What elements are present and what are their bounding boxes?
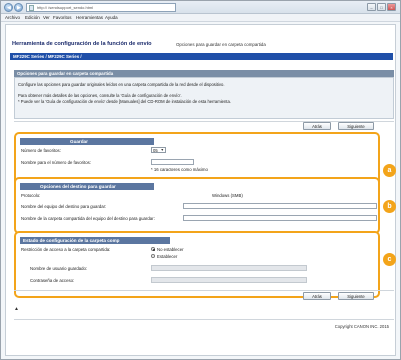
computer-name-label: Nombre del equipo del destino para guard… [21,204,107,209]
menu-ver[interactable]: Ver [43,15,50,20]
divider [14,121,394,122]
menu-favoritos[interactable]: Favoritos [53,15,72,20]
protocol-value: Windows (SMB) [212,193,243,198]
chevron-down-icon: ▼ [160,148,164,152]
intro-heading-bar: Opciones para guardar en carpeta compart… [14,70,394,77]
forward-nav-button[interactable]: ▶ [14,3,23,12]
callout-b: b [383,200,396,213]
username-input[interactable] [151,265,307,271]
back-button-bottom[interactable]: Atrás [303,292,331,300]
destination-heading-bar: Opciones del destino para guardar [20,183,154,190]
menu-herramientas[interactable]: Herramientas [76,15,103,20]
menu-ayuda[interactable]: Ayuda [105,15,118,20]
menu-edicion[interactable]: Edición [25,15,40,20]
username-label: Nombre de usuario guardado: [30,266,88,271]
protocol-label: Protocolo: [21,193,41,198]
destination-group-frame: Opciones del destino para guardar Protoc… [14,177,380,234]
destination-heading: Opciones del destino para guardar [40,184,116,189]
callout-c: c [383,253,396,266]
divider-footer [14,319,394,320]
radio-no-establecer-label: No establecer [157,247,184,252]
divider-bottom [14,290,394,291]
radio-establecer[interactable] [151,254,155,258]
favorite-name-hint: * 16 caracteres como máximo [151,167,208,172]
intro-line-3: * Puede ver la 'Guía de configuración de… [18,99,231,104]
page-subtitle: Opciones para guardar en carpeta compart… [176,42,266,47]
favorite-name-label: Nombre para el número de favoritos: [21,160,91,165]
shared-folder-label: Nombre de la carpeta compartida del equi… [21,216,155,221]
next-button-bottom[interactable]: Siguiente [338,292,374,300]
forward-arrow-icon: ▶ [17,5,21,11]
back-to-top-icon[interactable]: ▲ [14,306,19,312]
breadcrumb-bar: MF229C Series / MF229C Series / [10,53,393,60]
maximize-button[interactable]: □ [377,3,386,11]
intro-box: Configure las opciones para guardar orig… [14,77,394,119]
breadcrumb: MF229C Series / MF229C Series / [13,54,82,59]
save-heading: Guardar [70,139,88,144]
password-label: Contraseña de acceso: [30,278,75,283]
restriction-label: Restricción de acceso a la carpeta compa… [21,247,111,252]
menu-bar: Archivo Edición Ver Favoritos Herramient… [1,14,400,22]
favorite-number-select[interactable]: 05 ▼ [151,147,166,153]
minimize-button[interactable]: – [367,3,376,11]
password-input[interactable] [151,277,307,283]
radio-establecer-label: Establecer [157,254,178,259]
page-content: Herramienta de configuración de la funci… [5,24,396,356]
browser-window: ◀ ▶ http:// /sendsupport_sendo.html – □ … [0,0,401,360]
callout-a: a [383,164,396,177]
copyright: Copyright CANON INC. 2015 [334,324,389,329]
save-heading-bar: Guardar [20,138,154,145]
close-window-button[interactable]: × [387,3,396,11]
radio-no-establecer[interactable] [151,247,155,251]
intro-line-1: Configure las opciones para guardar orig… [18,82,225,87]
address-bar[interactable]: http:// /sendsupport_sendo.html [26,3,176,12]
page-icon [29,5,34,11]
back-arrow-icon: ◀ [7,5,11,11]
address-url: http:// /sendsupport_sendo.html [37,5,94,10]
folder-status-group-frame: Estado de configuración de la carpeta co… [14,231,380,298]
favorite-name-input[interactable] [151,159,194,165]
folder-status-heading-bar: Estado de configuración de la carpeta co… [20,237,170,244]
page-title: Herramienta de configuración de la funci… [12,41,152,47]
back-nav-button[interactable]: ◀ [4,3,13,12]
shared-folder-input[interactable] [183,215,377,221]
folder-status-heading: Estado de configuración de la carpeta co… [23,238,120,243]
back-button-top[interactable]: Atrás [303,122,331,130]
browser-toolbar: ◀ ▶ http:// /sendsupport_sendo.html – □ … [1,1,400,14]
intro-line-2: Para obtener más detalles de las opcione… [18,93,182,98]
next-button-top[interactable]: Siguiente [338,122,374,130]
menu-archivo[interactable]: Archivo [5,15,20,20]
intro-heading: Opciones para guardar en carpeta compart… [17,71,114,76]
computer-name-input[interactable] [183,203,377,209]
favorite-number-label: Número de favoritos: [21,148,61,153]
favorite-number-value: 05 [153,148,158,153]
